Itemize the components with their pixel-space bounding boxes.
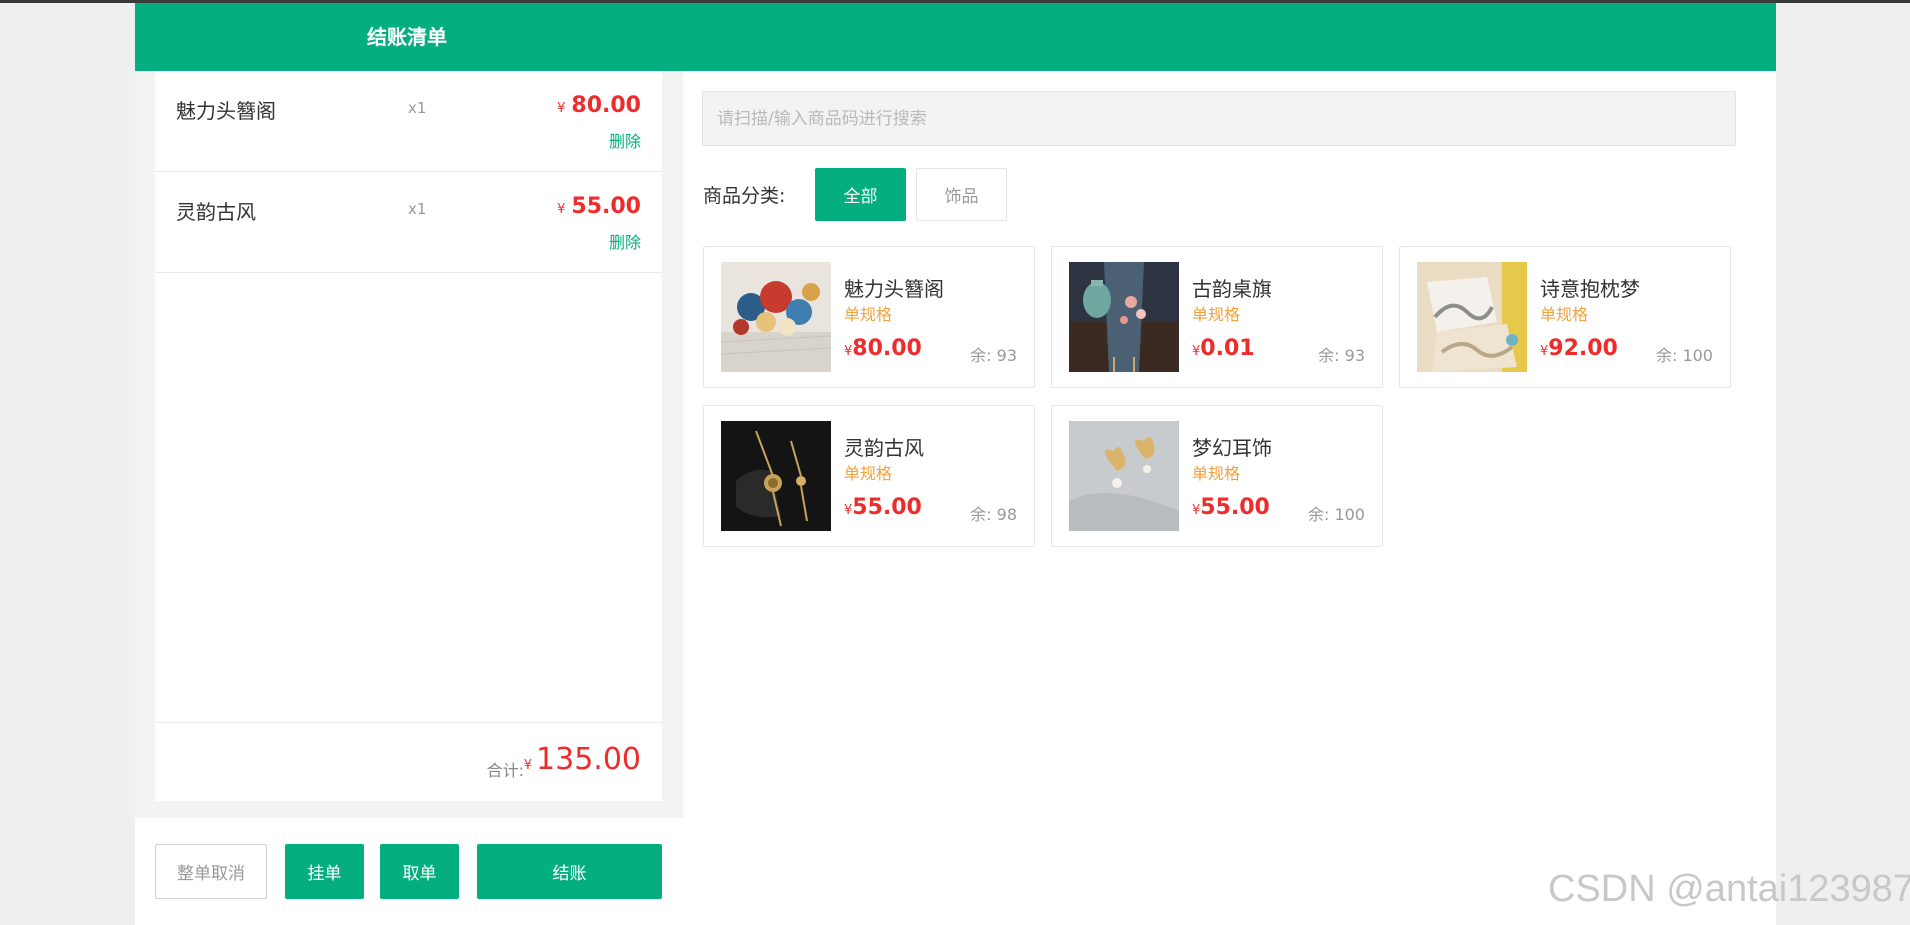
product-price-value: 0.01 <box>1200 336 1255 361</box>
product-price-value: 55.00 <box>1200 495 1270 520</box>
cart-item-qty: x1 <box>408 99 427 117</box>
product-card[interactable]: 古韵桌旗 单规格 ¥0.01 余: 93 <box>1051 246 1383 388</box>
product-name: 古韵桌旗 <box>1192 277 1272 301</box>
cart-item: 魅力头簪阁 x1 ¥80.00 删除 <box>155 71 662 172</box>
product-price: ¥55.00 <box>844 495 922 520</box>
cart-actions: 整单取消 挂单 取单 结账 <box>135 818 683 925</box>
cancel-order-button[interactable]: 整单取消 <box>155 844 267 899</box>
product-card[interactable]: 梦幻耳饰 单规格 ¥55.00 余: 100 <box>1051 405 1383 547</box>
cart-item-price-value: 55.00 <box>571 194 641 219</box>
product-name: 魅力头簪阁 <box>844 277 944 301</box>
hold-order-button[interactable]: 挂单 <box>285 844 364 899</box>
cart-item-delete-link[interactable]: 删除 <box>609 229 641 253</box>
product-price: ¥0.01 <box>1192 336 1255 361</box>
cart-item-name: 灵韵古风 <box>176 200 256 224</box>
currency-symbol: ¥ <box>523 758 533 773</box>
header-bar: 结账清单 <box>135 3 1776 71</box>
cart-list: 魅力头簪阁 x1 ¥80.00 删除 灵韵古风 x1 ¥55.00 删除 合计:… <box>155 71 662 801</box>
currency-symbol: ¥ <box>557 101 566 116</box>
product-price-value: 92.00 <box>1548 336 1618 361</box>
product-stock: 余: 93 <box>970 346 1017 365</box>
product-stock: 余: 100 <box>1307 505 1365 524</box>
cart-item-delete-link[interactable]: 删除 <box>609 128 641 152</box>
watermark: CSDN @antai123987 <box>1548 868 1910 910</box>
product-spec: 单规格 <box>1192 464 1241 483</box>
product-card[interactable]: 诗意抱枕梦 单规格 ¥92.00 余: 100 <box>1399 246 1731 388</box>
category-label: 商品分类: <box>703 185 786 207</box>
checkout-list-title: 结账清单 <box>367 25 447 49</box>
total-label: 合计: <box>486 761 524 780</box>
product-price: ¥80.00 <box>844 336 922 361</box>
product-price: ¥92.00 <box>1540 336 1618 361</box>
product-price-value: 80.00 <box>852 336 922 361</box>
cart-item-price: ¥55.00 <box>557 194 641 219</box>
product-stock: 余: 98 <box>970 505 1017 524</box>
product-name: 诗意抱枕梦 <box>1540 277 1640 301</box>
product-card[interactable]: 灵韵古风 单规格 ¥55.00 余: 98 <box>703 405 1035 547</box>
currency-symbol: ¥ <box>557 202 566 217</box>
pos-app: 结账清单 魅力头簪阁 x1 ¥80.00 删除 灵韵古风 x1 ¥55.00 删… <box>135 3 1776 925</box>
product-stock: 余: 93 <box>1318 346 1365 365</box>
product-name: 梦幻耳饰 <box>1192 436 1272 460</box>
product-image <box>1069 262 1179 372</box>
cart-item-price: ¥80.00 <box>557 93 641 118</box>
product-image <box>721 421 831 531</box>
product-spec: 单规格 <box>844 305 893 324</box>
cart-item-name: 魅力头簪阁 <box>176 99 276 123</box>
checkout-button[interactable]: 结账 <box>477 844 662 899</box>
product-image <box>1069 421 1179 531</box>
product-image <box>1417 262 1527 372</box>
retrieve-order-button[interactable]: 取单 <box>380 844 459 899</box>
product-card[interactable]: 魅力头簪阁 单规格 ¥80.00 余: 93 <box>703 246 1035 388</box>
category-all-button[interactable]: 全部 <box>815 168 906 221</box>
product-spec: 单规格 <box>844 464 893 483</box>
product-search-input[interactable] <box>702 91 1736 146</box>
cart-item: 灵韵古风 x1 ¥55.00 删除 <box>155 172 662 273</box>
cart-item-price-value: 80.00 <box>571 93 641 118</box>
product-price-value: 55.00 <box>852 495 922 520</box>
product-spec: 单规格 <box>1540 305 1589 324</box>
total-amount: 135.00 <box>536 742 641 777</box>
product-image <box>721 262 831 372</box>
product-spec: 单规格 <box>1192 305 1241 324</box>
category-accessories-button[interactable]: 饰品 <box>916 168 1007 221</box>
product-stock: 余: 100 <box>1655 346 1713 365</box>
total-value: ¥135.00 <box>524 742 641 777</box>
product-price: ¥55.00 <box>1192 495 1270 520</box>
product-name: 灵韵古风 <box>844 436 924 460</box>
cart-total-row: 合计: ¥135.00 <box>155 722 662 801</box>
cart-item-qty: x1 <box>408 200 427 218</box>
